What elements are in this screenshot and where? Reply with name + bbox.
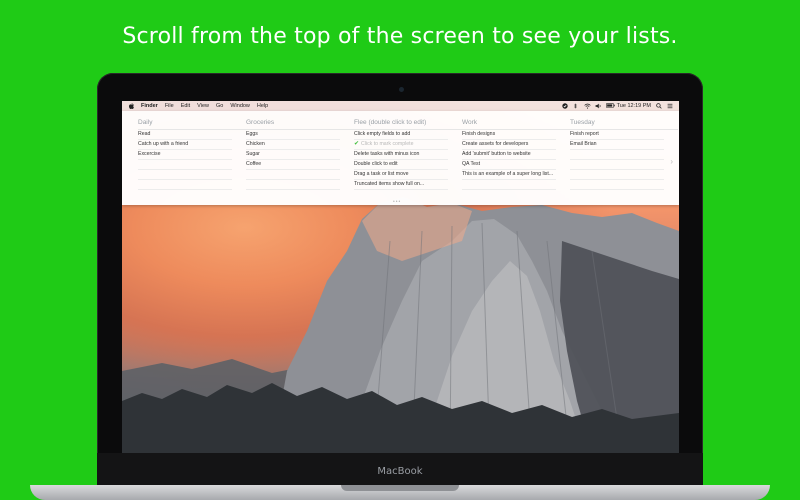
list-item[interactable]: Truncated items show full on...: [354, 180, 448, 190]
list-item-text: Chicken: [246, 141, 265, 147]
menu-window[interactable]: Window: [230, 103, 250, 109]
list-item-text: Read: [138, 131, 151, 137]
list-item-text: This is an example of a super long list.…: [462, 171, 554, 177]
list-items: Eggs Chicken Sugar Coffee: [246, 129, 354, 190]
menu-clock[interactable]: Tue 12:19 PM: [617, 103, 651, 109]
list-item-text: Click to mark complete: [361, 141, 414, 147]
empty-list-slot[interactable]: [138, 180, 232, 190]
checkmark-icon: ✔: [354, 141, 360, 147]
list-item[interactable]: Chicken: [246, 140, 340, 150]
list-item-text: Create assets for developers: [462, 141, 529, 147]
screen: Finder File Edit View Go Window Help Tue…: [122, 101, 679, 453]
list-item-text: QA Test: [462, 161, 481, 167]
menu-go[interactable]: Go: [216, 103, 223, 109]
list-item-text: Email Brian: [570, 141, 597, 147]
empty-list-slot[interactable]: [462, 180, 556, 190]
list-item-text: Click empty fields to add: [354, 131, 411, 137]
device-label: MacBook: [377, 466, 423, 477]
chevron-right-icon[interactable]: ›: [670, 157, 673, 166]
list-column: Flee (double click to edit) Click empty f…: [354, 117, 462, 190]
list-item[interactable]: Sugar: [246, 150, 340, 160]
list-column: Work Finish designs Create assets for deve…: [462, 117, 570, 190]
battery-icon[interactable]: [605, 103, 615, 109]
list-item[interactable]: Finish designs: [462, 130, 556, 140]
list-item[interactable]: Catch up with a friend: [138, 140, 232, 150]
list-item-text: Finish report: [570, 131, 599, 137]
list-item-text: Drag a task or list move: [354, 171, 409, 177]
menu-app-name[interactable]: Finder: [141, 103, 158, 109]
list-items: Read Catch up with a friend Excercise: [138, 129, 246, 190]
notification-center-icon[interactable]: [667, 103, 673, 109]
menu-view[interactable]: View: [197, 103, 209, 109]
empty-list-slot[interactable]: [570, 180, 664, 190]
list-title[interactable]: Daily: [138, 117, 246, 129]
wifi-icon[interactable]: [583, 103, 591, 109]
list-item[interactable]: Click empty fields to add: [354, 130, 448, 140]
headline: Scroll from the top of the screen to see…: [122, 24, 678, 49]
list-item[interactable]: QA Test: [462, 160, 556, 170]
lists-columns: Daily Read Catch up with a friend Excercise…: [138, 117, 678, 190]
list-item[interactable]: ✔ Click to mark complete: [354, 140, 448, 150]
empty-list-slot[interactable]: [138, 160, 232, 170]
list-item-text: Finish designs: [462, 131, 496, 137]
list-item-text: Sugar: [246, 151, 260, 157]
list-item[interactable]: Add 'submit' button to website: [462, 150, 556, 160]
list-item[interactable]: Email Brian: [570, 140, 664, 150]
list-items: Finish report Email Brian: [570, 129, 678, 190]
list-item-text: Coffee: [246, 161, 262, 167]
menu-bar: Finder File Edit View Go Window Help Tue…: [122, 101, 679, 111]
list-item[interactable]: Delete tasks with minus icon: [354, 150, 448, 160]
list-item[interactable]: Excercise: [138, 150, 232, 160]
panel-handle[interactable]: •••: [393, 199, 401, 205]
list-title[interactable]: Tuesday: [570, 117, 678, 129]
list-column: Daily Read Catch up with a friend Excercise: [138, 117, 246, 190]
list-item-text: Delete tasks with minus icon: [354, 151, 420, 157]
lists-dropdown-panel: Daily Read Catch up with a friend Excercise…: [122, 111, 679, 205]
list-item[interactable]: Finish report: [570, 130, 664, 140]
list-title[interactable]: Groceries: [246, 117, 354, 129]
list-item-text: Eggs: [246, 131, 258, 137]
list-item[interactable]: Eggs: [246, 130, 340, 140]
search-icon[interactable]: [656, 103, 662, 109]
list-item[interactable]: This is an example of a super long list.…: [462, 170, 556, 180]
empty-list-slot[interactable]: [246, 170, 340, 180]
list-item[interactable]: Read: [138, 130, 232, 140]
bluetooth-icon[interactable]: [573, 103, 579, 109]
volume-icon[interactable]: [595, 103, 601, 109]
laptop-notch: [341, 485, 459, 491]
empty-list-slot[interactable]: [570, 150, 664, 160]
camera: [399, 87, 404, 92]
list-item-text: Truncated items show full on...: [354, 181, 425, 187]
list-items: Click empty fields to add ✔ Click to mark …: [354, 129, 462, 190]
list-item[interactable]: Coffee: [246, 160, 340, 170]
empty-list-slot[interactable]: [570, 160, 664, 170]
list-title[interactable]: Work: [462, 117, 570, 129]
list-title[interactable]: Flee (double click to edit): [354, 117, 462, 129]
empty-list-slot[interactable]: [570, 170, 664, 180]
app-status-icon[interactable]: [561, 103, 568, 109]
empty-list-slot[interactable]: [138, 170, 232, 180]
list-column: Groceries Eggs Chicken Sugar Coffee: [246, 117, 354, 190]
list-item-text: Add 'submit' button to website: [462, 151, 531, 157]
menu-file[interactable]: File: [165, 103, 174, 109]
list-item-text: Double click to edit: [354, 161, 398, 167]
list-item[interactable]: Create assets for developers: [462, 140, 556, 150]
list-item-text: Catch up with a friend: [138, 141, 189, 147]
apple-icon[interactable]: [129, 103, 134, 109]
empty-list-slot[interactable]: [246, 180, 340, 190]
list-item[interactable]: Drag a task or list move: [354, 170, 448, 180]
list-item[interactable]: Double click to edit: [354, 160, 448, 170]
menu-help[interactable]: Help: [257, 103, 268, 109]
list-column: Tuesday Finish report Email Brian: [570, 117, 678, 190]
menu-edit[interactable]: Edit: [181, 103, 190, 109]
list-item-text: Excercise: [138, 151, 161, 157]
list-items: Finish designs Create assets for develope…: [462, 129, 570, 190]
